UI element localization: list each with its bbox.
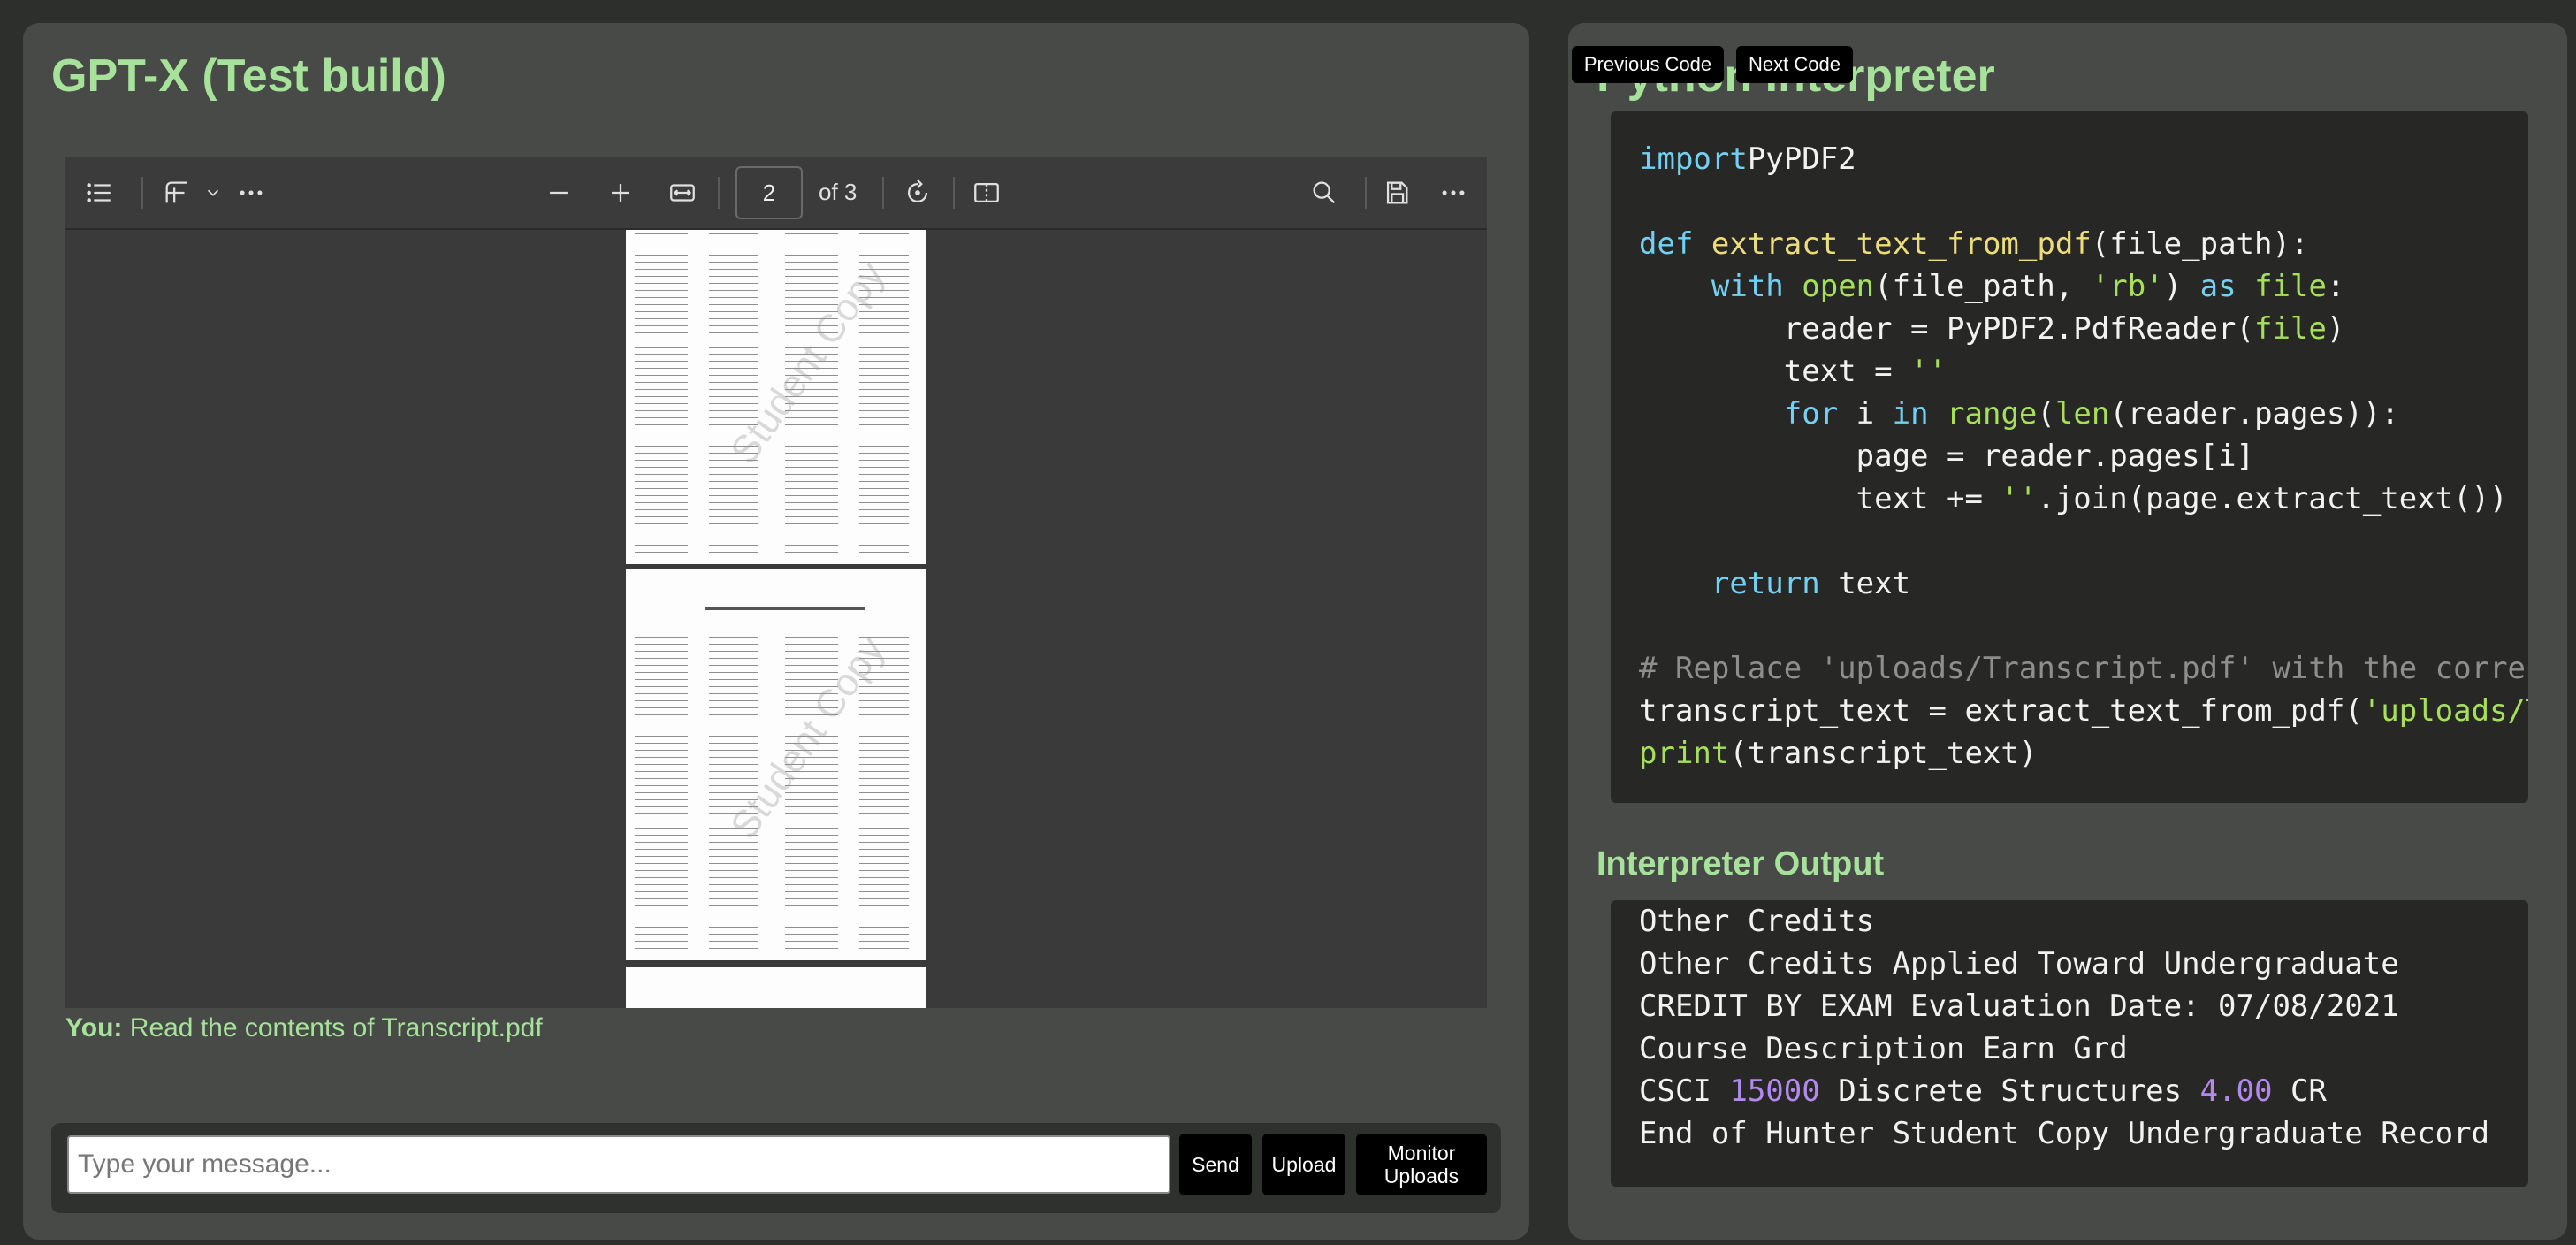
message-text: Read the contents of Transcript.pdf bbox=[122, 1013, 543, 1043]
code-line: text += ''.join(page.extract_text()) bbox=[1639, 481, 2508, 516]
code-line: print(transcript_text) bbox=[1639, 736, 2038, 771]
code-line: page = reader.pages[i] bbox=[1639, 439, 2254, 474]
pdf-page-1: Student Copy bbox=[626, 230, 926, 564]
pdf-viewer[interactable]: of 3 Student Copy bbox=[65, 157, 1487, 1008]
page-count-label: of 3 bbox=[819, 179, 857, 205]
chevron-down-icon[interactable] bbox=[200, 175, 226, 210]
output-line: End of Hunter Student Copy Undergraduate… bbox=[1639, 1116, 2490, 1151]
fit-width-icon[interactable] bbox=[665, 175, 700, 210]
code-line: text = '' bbox=[1639, 354, 1947, 389]
output-line: CREDIT BY EXAM Evaluation Date: 07/08/20… bbox=[1639, 989, 2399, 1024]
page-header bbox=[705, 607, 865, 610]
output-text: Other Credits Other Credits Applied Towar… bbox=[1639, 900, 2489, 1155]
code-line: # Replace 'uploads/Transcript.pdf' with … bbox=[1639, 651, 2528, 686]
code-text: importPyPDF2 def extract_text_from_pdf(f… bbox=[1639, 138, 2528, 775]
toolbar-separator bbox=[1365, 177, 1367, 209]
toolbar-separator bbox=[141, 177, 143, 209]
toolbar-separator bbox=[718, 177, 720, 209]
code-line: transcript_text = extract_text_from_pdf(… bbox=[1639, 693, 2528, 729]
code-line: importPyPDF2 bbox=[1639, 141, 1856, 177]
page-view-icon[interactable] bbox=[969, 175, 1004, 210]
toolbar-separator bbox=[953, 177, 955, 209]
code-block: importPyPDF2 def extract_text_from_pdf(f… bbox=[1611, 111, 2528, 803]
output-line: CSCI 15000 Discrete Structures 4.00 CR bbox=[1639, 1073, 2327, 1109]
pdf-page-2: Student Copy bbox=[626, 569, 926, 960]
chat-panel: GPT-X (Test build) 2 of 3 Student Copy S… bbox=[23, 23, 1529, 1240]
send-button[interactable]: Send bbox=[1179, 1134, 1252, 1195]
toolbar-separator bbox=[882, 177, 884, 209]
next-code-button[interactable]: Next Code bbox=[1736, 46, 1853, 83]
pdf-document-area[interactable]: Student Copy Student Copy bbox=[65, 230, 1487, 1008]
zoom-in-icon[interactable] bbox=[603, 175, 638, 210]
more-icon[interactable] bbox=[233, 175, 269, 210]
page-number-input[interactable] bbox=[735, 166, 803, 219]
composer: Send Upload Monitor Uploads bbox=[51, 1123, 1501, 1213]
save-icon[interactable] bbox=[1379, 175, 1414, 210]
previous-code-button[interactable]: Previous Code bbox=[1572, 46, 1724, 83]
pdf-page-3 bbox=[626, 967, 926, 1008]
more-icon[interactable] bbox=[1436, 175, 1471, 210]
rotate-icon[interactable] bbox=[900, 175, 935, 210]
output-line: Other Credits Applied Toward Undergradua… bbox=[1639, 946, 2399, 981]
code-line: return text bbox=[1711, 566, 1911, 601]
code-line: reader = PyPDF2.PdfReader(file) bbox=[1639, 311, 2345, 347]
code-line: def extract_text_from_pdf(file_path): bbox=[1639, 226, 2309, 262]
app-title: GPT-X (Test build) bbox=[51, 50, 446, 102]
output-title: Interpreter Output bbox=[1597, 845, 1885, 882]
draw-icon[interactable] bbox=[159, 175, 194, 210]
monitor-uploads-button[interactable]: Monitor Uploads bbox=[1356, 1134, 1487, 1195]
output-block: Other Credits Other Credits Applied Towar… bbox=[1611, 900, 2528, 1187]
contents-icon[interactable] bbox=[81, 175, 117, 210]
interpreter-panel: Python Interpreter importPyPDF2 def extr… bbox=[1568, 23, 2567, 1240]
output-line: Course Description Earn Grd bbox=[1639, 1031, 2128, 1066]
search-icon[interactable] bbox=[1307, 175, 1342, 210]
code-line: for i in range(len(reader.pages)): bbox=[1783, 396, 2399, 432]
upload-button[interactable]: Upload bbox=[1262, 1134, 1345, 1195]
message-input[interactable] bbox=[67, 1135, 1170, 1194]
pdf-toolbar: of 3 bbox=[65, 157, 1487, 230]
zoom-out-icon[interactable] bbox=[541, 175, 576, 210]
output-line: Other Credits bbox=[1639, 904, 1875, 939]
code-line: with open(file_path, 'rb') as file: bbox=[1711, 269, 2345, 304]
message-author: You: bbox=[65, 1013, 123, 1043]
chat-message: You: Read the contents of Transcript.pdf bbox=[65, 1013, 543, 1043]
